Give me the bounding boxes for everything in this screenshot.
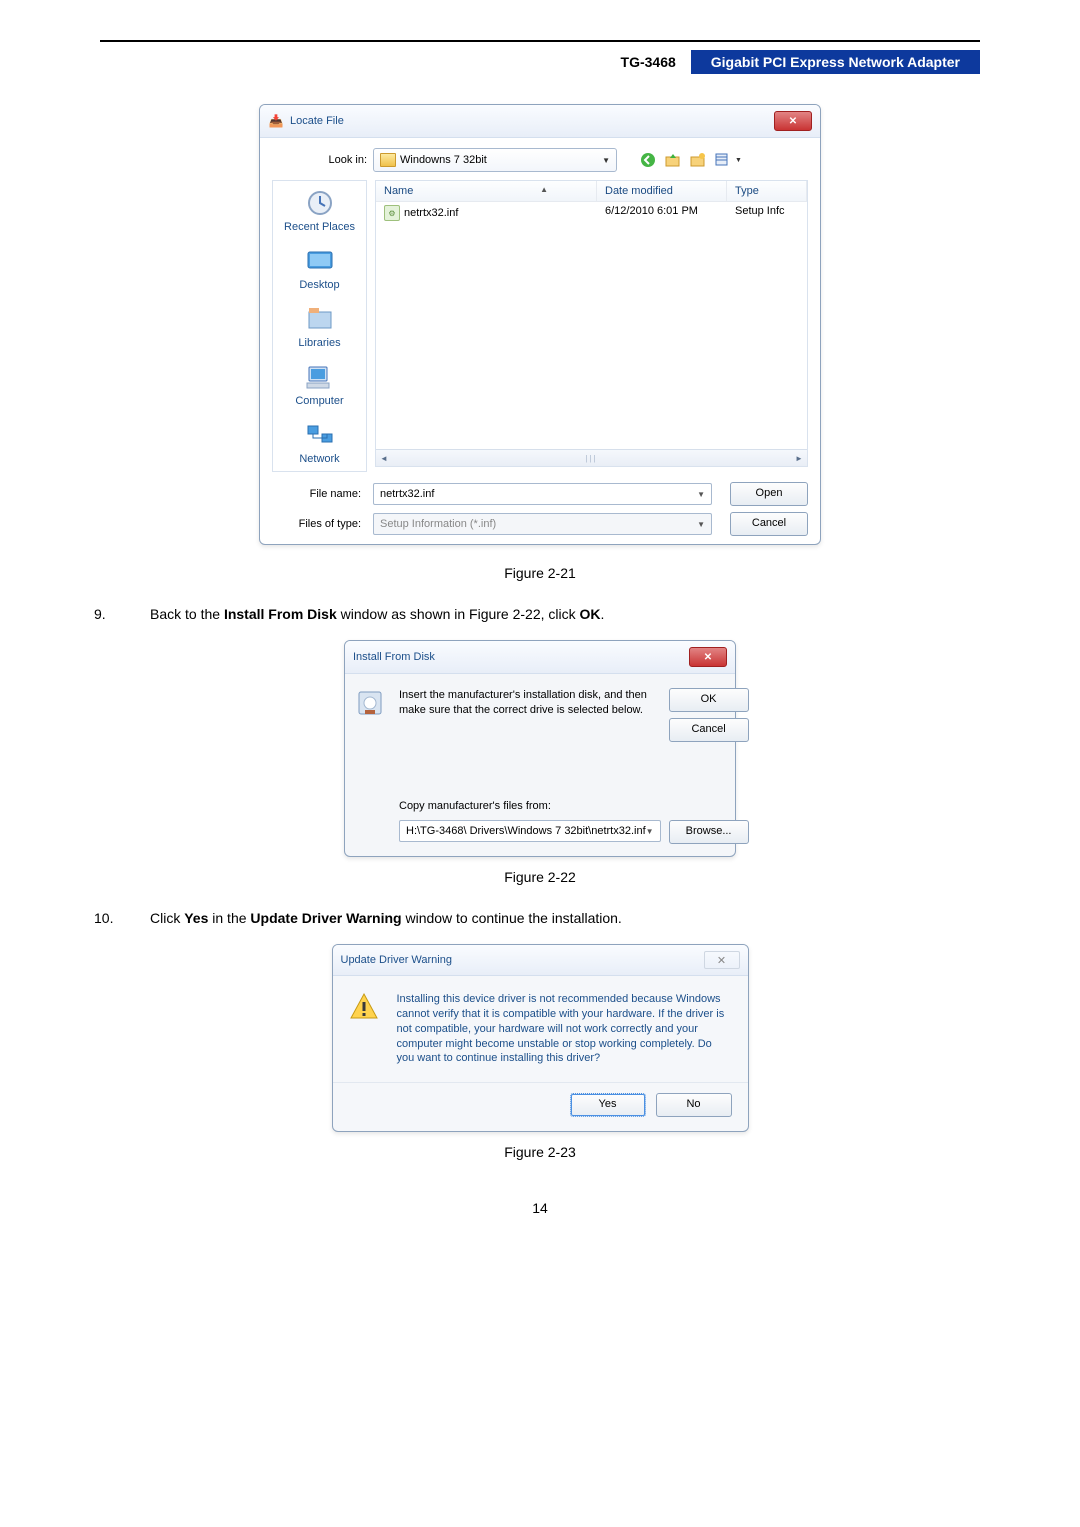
dialog-title-bar[interactable]: Update Driver Warning ✕ xyxy=(333,945,748,976)
dialog-message: Insert the manufacturer's installation d… xyxy=(399,688,661,718)
locate-file-dialog: 📥 Locate File ✕ Look in: Windowns 7 32bi… xyxy=(259,104,821,545)
dialog-title: Update Driver Warning xyxy=(341,954,452,966)
files-of-type-label: Files of type: xyxy=(272,518,367,530)
file-type: Setup Infc xyxy=(727,202,807,224)
warning-message: Installing this device driver is not rec… xyxy=(397,992,732,1066)
model-label: TG-3468 xyxy=(606,50,691,74)
cancel-button[interactable]: Cancel xyxy=(669,718,749,742)
file-list[interactable]: Name ▲ Date modified Type ⚙ netrtx32.inf… xyxy=(375,180,808,467)
col-type[interactable]: Type xyxy=(727,181,807,201)
place-desktop[interactable]: Desktop xyxy=(273,245,366,291)
figure-caption: Figure 2-23 xyxy=(100,1144,980,1160)
warning-icon xyxy=(349,992,381,1024)
no-button[interactable]: No xyxy=(656,1093,732,1117)
look-in-label: Look in: xyxy=(272,154,373,166)
new-folder-button[interactable] xyxy=(687,149,709,171)
computer-icon xyxy=(304,361,336,393)
yes-button[interactable]: Yes xyxy=(570,1093,646,1117)
app-icon: 📥 xyxy=(268,113,284,129)
ok-button[interactable]: OK xyxy=(669,688,749,712)
inf-file-icon: ⚙ xyxy=(384,205,400,221)
close-button[interactable]: ✕ xyxy=(704,951,740,969)
close-button[interactable]: ✕ xyxy=(774,111,812,131)
chevron-down-icon: ▼ xyxy=(602,156,610,165)
chevron-down-icon: ▼ xyxy=(697,490,705,499)
chevron-down-icon: ▼ xyxy=(646,827,654,836)
file-name: netrtx32.inf xyxy=(404,207,458,219)
disk-icon xyxy=(355,688,387,720)
dialog-title: Locate File xyxy=(290,115,344,127)
look-in-combo[interactable]: Windowns 7 32bit ▼ xyxy=(373,148,617,172)
figure-caption: Figure 2-22 xyxy=(100,869,980,885)
path-input[interactable]: H:\TG-3468\ Drivers\Windows 7 32bit\netr… xyxy=(399,820,661,842)
sort-asc-icon: ▲ xyxy=(540,185,548,194)
file-date: 6/12/2010 6:01 PM xyxy=(597,202,727,224)
scroll-track[interactable]: ||| xyxy=(392,454,791,463)
chevron-down-icon: ▼ xyxy=(697,520,705,529)
files-of-type-combo[interactable]: Setup Information (*.inf) ▼ xyxy=(373,513,712,535)
install-from-disk-dialog: Install From Disk ✕ Insert the manufactu… xyxy=(344,640,736,857)
copy-from-label: Copy manufacturer's files from: xyxy=(399,800,749,812)
update-driver-warning-dialog: Update Driver Warning ✕ Installing this … xyxy=(332,944,749,1132)
figure-caption: Figure 2-21 xyxy=(100,565,980,581)
product-title: Gigabit PCI Express Network Adapter xyxy=(691,50,980,74)
back-button[interactable] xyxy=(637,149,659,171)
dialog-title-bar[interactable]: Install From Disk ✕ xyxy=(345,641,735,674)
horizontal-scrollbar[interactable]: ◄ ||| ► xyxy=(376,449,807,466)
page-number: 14 xyxy=(100,1200,980,1216)
file-name-input[interactable]: netrtx32.inf ▼ xyxy=(373,483,712,505)
step-9: 9.Back to the Install From Disk window a… xyxy=(100,606,980,622)
close-button[interactable]: ✕ xyxy=(689,647,727,667)
place-network[interactable]: Network xyxy=(273,419,366,465)
network-icon xyxy=(304,419,336,451)
view-menu-button[interactable] xyxy=(712,149,734,171)
look-in-value: Windowns 7 32bit xyxy=(400,154,487,166)
scroll-right-button[interactable]: ► xyxy=(791,451,807,465)
cancel-button[interactable]: Cancel xyxy=(730,512,808,536)
col-date[interactable]: Date modified xyxy=(597,181,727,201)
file-row[interactable]: ⚙ netrtx32.inf 6/12/2010 6:01 PM Setup I… xyxy=(376,202,807,224)
browse-button[interactable]: Browse... xyxy=(669,820,749,844)
dialog-title-bar[interactable]: 📥 Locate File ✕ xyxy=(260,105,820,138)
page-header: TG-3468 Gigabit PCI Express Network Adap… xyxy=(100,50,980,74)
chevron-down-icon[interactable]: ▼ xyxy=(735,157,742,164)
place-computer[interactable]: Computer xyxy=(273,361,366,407)
recent-icon xyxy=(304,187,336,219)
dialog-title: Install From Disk xyxy=(353,651,435,663)
desktop-icon xyxy=(304,245,336,277)
places-bar: Recent Places Desktop Libraries xyxy=(272,180,367,472)
file-name-label: File name: xyxy=(272,488,367,500)
col-name[interactable]: Name ▲ xyxy=(376,181,597,201)
open-button[interactable]: Open xyxy=(730,482,808,506)
folder-icon xyxy=(380,153,396,167)
step-10: 10.Click Yes in the Update Driver Warnin… xyxy=(100,910,980,926)
place-recent[interactable]: Recent Places xyxy=(273,187,366,233)
up-folder-button[interactable] xyxy=(662,149,684,171)
libraries-icon xyxy=(304,303,336,335)
scroll-left-button[interactable]: ◄ xyxy=(376,451,392,465)
place-libraries[interactable]: Libraries xyxy=(273,303,366,349)
